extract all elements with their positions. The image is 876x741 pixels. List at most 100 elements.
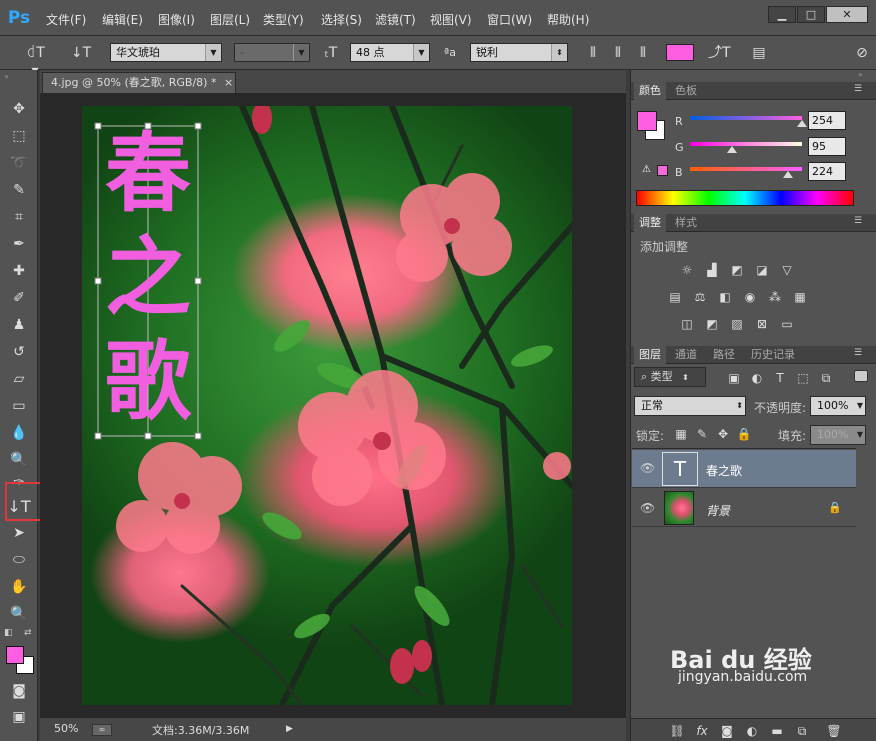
default-colors-icon[interactable]: ◧: [4, 628, 13, 638]
lock-transparent-icon[interactable]: ▦: [673, 427, 689, 441]
tab-color[interactable]: 颜色: [634, 82, 666, 100]
tab-layers[interactable]: 图层: [634, 346, 666, 364]
antialias-select[interactable]: 锐利 ⬍: [470, 43, 568, 62]
new-layer-icon[interactable]: ⧉: [794, 724, 810, 738]
filter-smart-icon[interactable]: ⧉: [818, 371, 834, 385]
tab-styles[interactable]: 样式: [670, 214, 702, 232]
color-spectrum[interactable]: [636, 190, 854, 206]
channel-thumb-r[interactable]: [796, 120, 807, 127]
channel-value-g[interactable]: 95: [808, 137, 846, 156]
minimize-button[interactable]: ▁: [768, 6, 796, 23]
layer-mask-icon[interactable]: ◙: [719, 724, 735, 738]
menu-item-2[interactable]: 图像(I): [158, 11, 195, 28]
layers-menu-icon[interactable]: ☰: [854, 348, 862, 358]
gradient-map-icon[interactable]: ▭: [779, 317, 795, 331]
status-preview-icon[interactable]: ∞: [92, 724, 112, 736]
opacity-input[interactable]: 100% ▼: [810, 396, 866, 416]
tab-channels[interactable]: 通道: [670, 346, 702, 364]
font-family-select[interactable]: 华文琥珀 ▼: [110, 43, 222, 62]
collapse-icon[interactable]: »: [4, 72, 9, 81]
channel-thumb-g[interactable]: [726, 146, 737, 153]
zoom-level[interactable]: 50%: [54, 722, 78, 735]
ellipse-tool-icon[interactable]: ⬭: [7, 549, 31, 571]
fx-icon[interactable]: fx: [694, 724, 710, 738]
invert-icon[interactable]: ◫: [679, 317, 695, 331]
menu-item-4[interactable]: 类型(Y): [263, 11, 304, 28]
channel-slider-r[interactable]: [690, 116, 802, 120]
screen-mode-icon[interactable]: ▣: [7, 706, 31, 728]
filter-pixel-icon[interactable]: ▣: [726, 371, 742, 385]
channel-slider-g[interactable]: [690, 142, 802, 146]
exposure-icon[interactable]: ◪: [754, 263, 770, 277]
move-tool-icon[interactable]: ✥: [7, 98, 31, 120]
menu-item-6[interactable]: 滤镜(T): [375, 11, 416, 28]
zoom-tool-icon[interactable]: 🔍: [7, 603, 31, 625]
character-panel-icon[interactable]: ▤: [748, 44, 770, 62]
channel-value-b[interactable]: 224: [808, 162, 846, 181]
black-white-icon[interactable]: ◧: [717, 290, 733, 304]
brush-tool-icon[interactable]: ✐: [7, 287, 31, 309]
gamut-swatch[interactable]: [657, 165, 668, 176]
eraser-tool-icon[interactable]: ▱: [7, 368, 31, 390]
visibility-eye-icon-bg[interactable]: 👁: [640, 501, 655, 515]
tab-history[interactable]: 历史记录: [746, 346, 800, 364]
layer-name-background[interactable]: 背景: [706, 502, 730, 519]
history-brush-tool-icon[interactable]: ↺: [7, 341, 31, 363]
lasso-tool-icon[interactable]: ➰: [7, 152, 31, 174]
tab-swatches[interactable]: 色板: [670, 82, 702, 100]
channel-thumb-b[interactable]: [783, 171, 794, 178]
path-select-tool-icon[interactable]: ➤: [7, 522, 31, 544]
quick-select-tool-icon[interactable]: ✎: [7, 179, 31, 201]
cancel-icon[interactable]: ⊘: [852, 44, 872, 62]
filter-shape-icon[interactable]: ⬚: [795, 371, 811, 385]
blend-mode-select[interactable]: 正常 ⬍: [634, 396, 746, 416]
crop-tool-icon[interactable]: ⌗: [7, 206, 31, 228]
tab-close-icon[interactable]: ×: [224, 76, 233, 89]
document-image[interactable]: 春 之 歌: [82, 106, 572, 705]
swap-colors-icon[interactable]: ⇄: [24, 628, 32, 638]
brightness-icon[interactable]: ☼: [679, 263, 695, 277]
font-size-select[interactable]: 48 点 ▼: [350, 43, 430, 62]
fill-input[interactable]: 100% ▼: [810, 425, 866, 445]
visibility-eye-icon[interactable]: 👁: [640, 461, 655, 475]
document-tab[interactable]: 4.jpg @ 50% (春之歌, RGB/8) * ×: [42, 72, 236, 93]
tab-paths[interactable]: 路径: [708, 346, 740, 364]
stamp-tool-icon[interactable]: ♟: [7, 314, 31, 336]
photo-filter-icon[interactable]: ◉: [742, 290, 758, 304]
color-fg-swatch[interactable]: [637, 111, 657, 131]
adjustments-menu-icon[interactable]: ☰: [854, 216, 862, 226]
menu-item-9[interactable]: 帮助(H): [547, 11, 589, 28]
font-style-select[interactable]: - ▼: [234, 43, 310, 62]
text-orientation-icon[interactable]: ↓T: [70, 44, 92, 62]
lock-all-icon[interactable]: 🔒: [736, 427, 752, 441]
healing-brush-tool-icon[interactable]: ✚: [7, 260, 31, 282]
levels-icon[interactable]: ▟: [704, 263, 720, 277]
filter-adjustment-icon[interactable]: ◐: [749, 371, 765, 385]
align-center-icon[interactable]: ⦀: [607, 44, 629, 62]
close-button[interactable]: ✕: [826, 6, 868, 23]
gradient-tool-icon[interactable]: ▭: [7, 395, 31, 417]
dodge-tool-icon[interactable]: 🔍: [7, 449, 31, 471]
eyedropper-tool-icon[interactable]: ✒: [7, 233, 31, 255]
tool-preset-icon[interactable]: ꒯T ▾: [20, 44, 50, 79]
filter-type-icon[interactable]: T: [772, 371, 788, 385]
quick-mask-icon[interactable]: ◙: [7, 680, 31, 702]
layer-name-text[interactable]: 春之歌: [706, 462, 742, 479]
delete-layer-icon[interactable]: 🗑: [826, 724, 842, 738]
hue-saturation-icon[interactable]: ▤: [667, 290, 683, 304]
foreground-color-swatch[interactable]: [6, 646, 24, 664]
menu-item-5[interactable]: 选择(S): [321, 11, 362, 28]
align-bottom-icon[interactable]: ⦀: [632, 44, 654, 62]
panels-collapse-icon[interactable]: »: [858, 70, 863, 79]
channel-mixer-icon[interactable]: ⁂: [767, 290, 783, 304]
channel-value-r[interactable]: 254: [808, 111, 846, 130]
marquee-tool-icon[interactable]: ⬚: [7, 125, 31, 147]
menu-item-7[interactable]: 视图(V): [430, 11, 472, 28]
align-top-icon[interactable]: ⦀: [582, 44, 604, 62]
lock-pixels-icon[interactable]: ✎: [694, 427, 710, 441]
menu-item-8[interactable]: 窗口(W): [487, 11, 532, 28]
color-lookup-icon[interactable]: ▦: [792, 290, 808, 304]
warning-icon[interactable]: ⚠: [642, 164, 651, 175]
layer-filter-select[interactable]: ⌕ 类型 ⬍: [634, 367, 706, 387]
posterize-icon[interactable]: ◩: [704, 317, 720, 331]
